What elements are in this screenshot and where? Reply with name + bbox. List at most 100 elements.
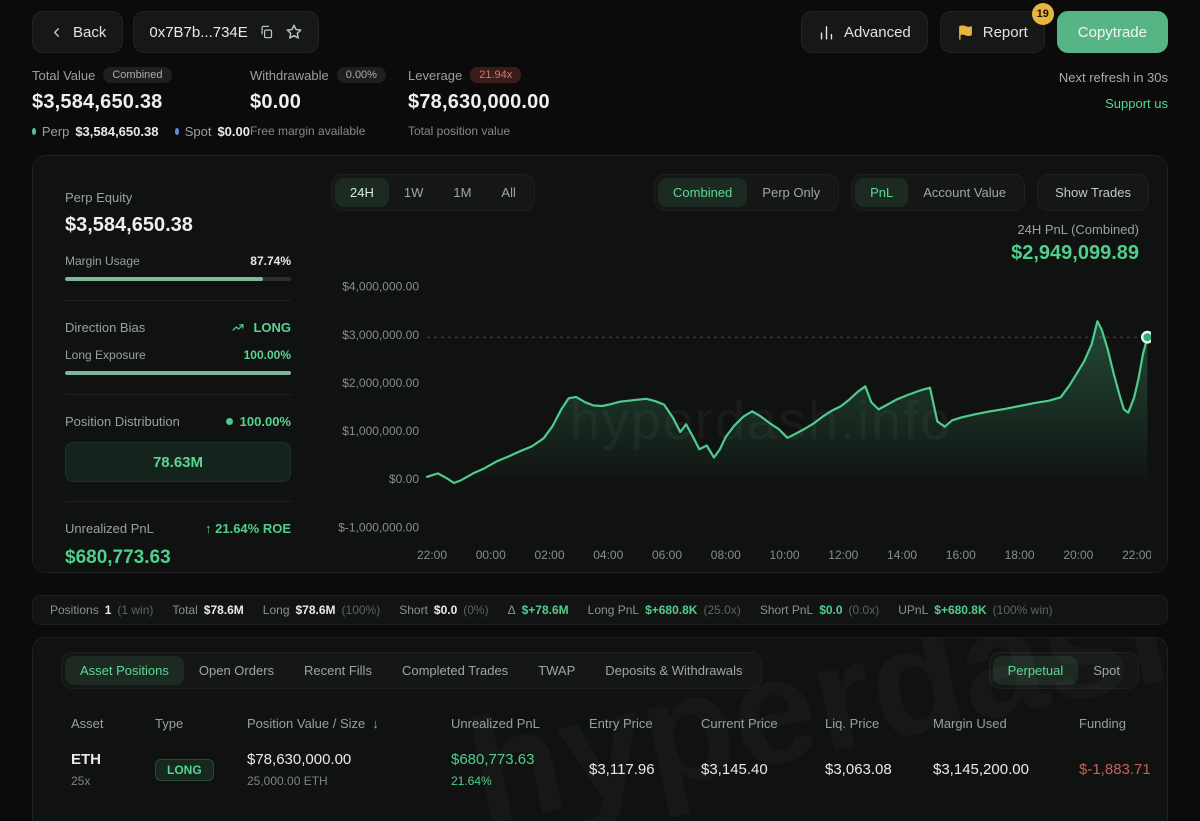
positions-tabs-row: Asset Positions Open Orders Recent Fills… [61,652,1139,689]
tab-deposits-withdrawals[interactable]: Deposits & Withdrawals [590,656,757,685]
copytrade-button[interactable]: Copytrade [1057,11,1168,53]
spot-value: $0.00 [217,124,250,139]
chart-controls: 24H 1W 1M All Combined Perp Only PnL Acc… [331,174,1149,211]
withdrawable-sub: Free margin available [250,124,408,138]
withdrawable-stat: Withdrawable 0.00% $0.00 Free margin ava… [250,67,408,139]
direction-bias-label: Direction Bias [65,320,145,335]
col-type[interactable]: Type [155,716,247,731]
col-position-value[interactable]: Position Value / Size↓ [247,716,451,731]
metric-toggle-pnl[interactable]: PnL [855,178,908,207]
view-toggle-combined[interactable]: Combined [658,178,747,207]
divider [65,501,291,502]
advanced-button[interactable]: Advanced [801,11,928,53]
total-value-label: Total Value [32,68,95,83]
view-toggle-perp-only[interactable]: Perp Only [747,178,835,207]
asset-leverage: 25x [71,774,155,788]
range-tab-1w[interactable]: 1W [389,178,439,207]
summary-upnl: UPnL $+680.8K (100% win) [898,603,1052,617]
positions-summary-bar: Positions 1 (1 win) Total $78.6M Long $7… [32,595,1168,625]
metric-toggle-group: PnL Account Value [851,174,1025,211]
chart-title-value: $2,949,099.89 [331,242,1139,265]
refresh-info: Next refresh in 30s Support us [1059,70,1168,139]
distribution-box[interactable]: 78.63M [65,442,291,482]
cell-unrealized-pnl: $680,773.63 21.64% [451,751,589,788]
withdrawable-label: Withdrawable [250,68,329,83]
col-entry-price[interactable]: Entry Price [589,716,701,731]
svg-text:10:00: 10:00 [770,548,800,562]
tab-completed-trades[interactable]: Completed Trades [387,656,523,685]
chart-wrap: hyperdash.info$4,000,000.00$3,000,000.00… [331,267,1149,567]
flag-icon [957,24,974,41]
favorite-star-button[interactable] [285,23,303,41]
report-button[interactable]: Report 19 [940,11,1045,53]
svg-text:08:00: 08:00 [711,548,741,562]
trend-up-icon [230,321,246,334]
market-toggle-spot[interactable]: Spot [1078,656,1135,685]
summary-long: Long $78.6M (100%) [263,603,380,617]
account-stats-row: Total Value Combined $3,584,650.38 Perp … [32,67,1168,139]
pnl-chart[interactable]: hyperdash.info$4,000,000.00$3,000,000.00… [331,267,1151,567]
leverage-label: Leverage [408,68,462,83]
range-tab-24h[interactable]: 24H [335,178,389,207]
asset-symbol: ETH [71,751,101,768]
unrealized-pnl-label: Unrealized PnL [65,521,154,536]
overview-card: Perp Equity $3,584,650.38 Margin Usage 8… [32,155,1168,573]
col-asset[interactable]: Asset [71,716,155,731]
svg-text:14:00: 14:00 [887,548,917,562]
cell-position-value: $78,630,000.00 25,000.00 ETH [247,751,451,788]
svg-text:16:00: 16:00 [946,548,976,562]
report-label: Report [983,24,1028,41]
market-toggle-perpetual[interactable]: Perpetual [993,656,1079,685]
positions-card: hyperdash Asset Positions Open Orders Re… [32,637,1168,821]
distribution-dot-icon [226,418,233,425]
copy-address-button[interactable] [259,24,274,40]
leverage-stat: Leverage 21.94x $78,630,000.00 Total pos… [408,67,550,139]
long-exposure-pct: 100.00% [244,348,291,362]
tab-open-orders[interactable]: Open Orders [184,656,289,685]
summary-delta: Δ $+78.6M [508,603,569,617]
col-unrealized-pnl[interactable]: Unrealized PnL [451,716,589,731]
tab-recent-fills[interactable]: Recent Fills [289,656,387,685]
tab-twap[interactable]: TWAP [523,656,590,685]
metric-toggle-account-value[interactable]: Account Value [908,178,1021,207]
svg-text:00:00: 00:00 [476,548,506,562]
summary-short-pnl: Short PnL $0.0 (0.0x) [760,603,879,617]
long-exposure-label: Long Exposure [65,348,146,362]
roe-value: 21.64% ROE [215,521,291,536]
range-tab-1m[interactable]: 1M [438,178,486,207]
col-current-price[interactable]: Current Price [701,716,825,731]
col-liq-price[interactable]: Liq. Price [825,716,933,731]
support-us-link[interactable]: Support us [1105,96,1168,111]
margin-usage-bar [65,277,291,281]
leverage-amount: $78,630,000.00 [408,91,550,114]
wallet-address: 0x7B7b...734E [149,24,247,41]
svg-text:12:00: 12:00 [828,548,858,562]
col-margin-used[interactable]: Margin Used [933,716,1079,731]
summary-long-pnl: Long PnL $+680.8K (25.0x) [588,603,741,617]
svg-text:22:00: 22:00 [417,548,447,562]
margin-usage-label: Margin Usage [65,254,140,268]
show-trades-button[interactable]: Show Trades [1037,174,1149,211]
svg-text:04:00: 04:00 [593,548,623,562]
cell-asset: ETH 25x [71,751,155,788]
svg-text:02:00: 02:00 [534,548,564,562]
col-funding[interactable]: Funding [1079,716,1139,731]
table-row[interactable]: ETH 25x LONG $78,630,000.00 25,000.00 ET… [61,751,1139,788]
positions-table-header: Asset Type Position Value / Size↓ Unreal… [61,716,1139,731]
svg-text:06:00: 06:00 [652,548,682,562]
summary-positions: Positions 1 (1 win) [50,603,153,617]
position-size: 25,000.00 ETH [247,774,451,788]
spot-label: Spot [185,124,212,139]
combined-badge: Combined [103,67,171,83]
margin-usage-fill [65,277,263,281]
cell-margin-used: $3,145,200.00 [933,761,1079,778]
back-button[interactable]: Back [32,11,123,53]
positions-tabs-group: Asset Positions Open Orders Recent Fills… [61,652,762,689]
svg-text:18:00: 18:00 [1005,548,1035,562]
perp-label: Perp [42,124,69,139]
divider [65,394,291,395]
range-tab-all[interactable]: All [486,178,530,207]
tab-asset-positions[interactable]: Asset Positions [65,656,184,685]
topbar-actions: Advanced Report 19 Copytrade [801,11,1168,53]
wallet-address-pill[interactable]: 0x7B7b...734E [133,11,318,53]
